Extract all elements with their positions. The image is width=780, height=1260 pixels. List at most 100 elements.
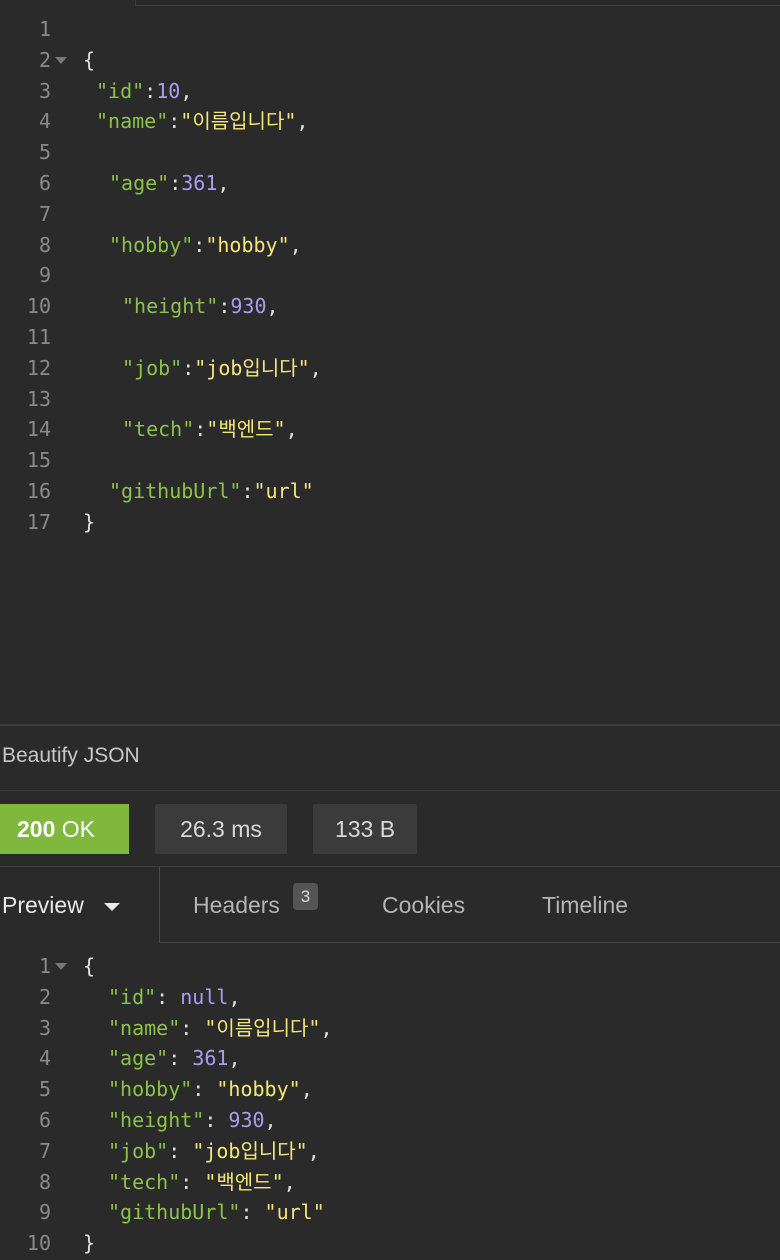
code-token: }	[83, 1231, 96, 1256]
code-token: }	[83, 509, 96, 534]
code-content: "name": "이름입니다",	[108, 1013, 332, 1044]
code-token: "tech"	[122, 417, 195, 442]
code-token: ,	[300, 1077, 313, 1102]
code-token: "job"	[108, 1138, 169, 1163]
code-token: "id"	[96, 78, 145, 103]
code-token: ,	[307, 1138, 320, 1163]
request-body-editor[interactable]: 1 2{3 "id":10, 4 "name":"이름입니다", 5 6 "age":361,…	[0, 14, 780, 724]
code-token: :	[180, 1169, 205, 1194]
line-number: 11	[26, 325, 51, 349]
line-number: 6	[38, 171, 51, 195]
code-line: 9 "githubUrl": "url"	[0, 1197, 780, 1228]
status-badge: 200 OK	[0, 804, 129, 854]
tab-headers[interactable]: Headers	[193, 892, 280, 919]
code-line: 8 "tech": "백엔드",	[0, 1167, 780, 1198]
tab-timeline[interactable]: Timeline	[542, 892, 628, 919]
panel-resize-divider[interactable]	[0, 724, 780, 726]
editor-top-border	[135, 0, 780, 6]
line-number: 3	[38, 1015, 51, 1040]
code-token: :	[193, 232, 206, 257]
code-line: 17}	[0, 507, 780, 538]
code-content: }	[83, 507, 95, 538]
line-number: 8	[38, 1169, 51, 1194]
line-number: 4	[38, 1046, 51, 1071]
line-number: 6	[38, 1108, 51, 1132]
code-token: ,	[228, 1046, 241, 1071]
response-preview[interactable]: 1{2 "id": null, 3 "name": "이름입니다", 4 "age": 3…	[0, 951, 780, 1260]
code-token: "hobby"	[109, 232, 194, 257]
line-number: 5	[38, 1077, 51, 1102]
tab-preview[interactable]: Preview	[0, 867, 160, 943]
code-line: 2{	[0, 45, 780, 76]
code-token: "height"	[108, 1108, 205, 1132]
line-number: 1	[38, 17, 51, 41]
chevron-down-icon[interactable]	[104, 903, 120, 911]
tab-preview-label: Preview	[2, 892, 84, 918]
code-content: "githubUrl":"url"	[109, 476, 314, 507]
code-token: {	[83, 954, 96, 978]
fold-arrow-icon[interactable]	[55, 56, 67, 64]
code-token: {	[83, 47, 96, 72]
code-token: "url"	[264, 1200, 325, 1225]
code-content: "name":"이름입니다",	[96, 106, 308, 137]
code-token: "githubUrl"	[109, 479, 242, 503]
code-token: "job입니다"	[194, 355, 310, 380]
code-token: "job"	[122, 355, 183, 380]
code-token: ,	[296, 109, 309, 134]
code-token: :	[156, 984, 181, 1009]
code-line: 1{	[0, 951, 780, 982]
code-line: 15	[0, 445, 780, 476]
line-number: 12	[26, 355, 51, 380]
code-token: "githubUrl"	[108, 1200, 241, 1225]
code-line: 7 "job": "job입니다",	[0, 1136, 780, 1167]
code-content: {	[83, 951, 95, 982]
code-token: :	[169, 171, 182, 195]
fold-arrow-icon[interactable]	[55, 963, 67, 970]
code-content: "tech": "백엔드",	[108, 1167, 296, 1198]
code-content: "job":"job입니다",	[122, 353, 322, 384]
line-number: 13	[26, 386, 51, 411]
code-token: null	[180, 984, 229, 1009]
code-token: "id"	[108, 984, 157, 1009]
code-token: "age"	[108, 1046, 169, 1071]
line-number: 14	[26, 417, 51, 442]
code-token: :	[168, 109, 181, 134]
code-content: "height":930,	[122, 291, 279, 322]
response-size-badge: 133 B	[313, 804, 417, 854]
code-token: ,	[285, 417, 298, 442]
code-content: "id":10,	[96, 76, 192, 107]
beautify-json-button[interactable]: Beautify JSON	[2, 744, 140, 768]
code-content: "height": 930,	[108, 1105, 277, 1136]
code-line: 9	[0, 260, 780, 291]
code-token: 361	[192, 1046, 229, 1071]
app-window: 1 2{3 "id":10, 4 "name":"이름입니다", 5 6 "age":361,…	[0, 0, 780, 1260]
code-token: 930	[230, 294, 267, 319]
code-token: "job입니다"	[192, 1138, 308, 1163]
code-line: 11	[0, 322, 780, 353]
code-line: 4 "age": 361,	[0, 1043, 780, 1074]
code-content: "hobby": "hobby",	[108, 1074, 313, 1105]
code-line: 3 "name": "이름입니다",	[0, 1013, 780, 1044]
line-number: 15	[26, 448, 51, 473]
code-content: "age": 361,	[108, 1043, 240, 1074]
headers-count-badge: 3	[293, 883, 318, 910]
code-line: 3 "id":10,	[0, 76, 780, 107]
code-token: "name"	[108, 1015, 181, 1040]
code-token: 361	[181, 171, 218, 195]
line-number: 16	[26, 479, 51, 503]
code-line: 5 "hobby": "hobby",	[0, 1074, 780, 1105]
code-token: ,	[264, 1108, 277, 1132]
code-token: :	[241, 479, 254, 503]
tab-cookies[interactable]: Cookies	[382, 892, 465, 919]
code-content: "githubUrl": "url"	[108, 1197, 325, 1228]
code-content: "id": null,	[108, 982, 240, 1013]
code-token: "hobby"	[205, 232, 290, 257]
code-line: 6 "age":361,	[0, 168, 780, 199]
code-token: :	[192, 1077, 217, 1102]
code-token: ,	[180, 78, 193, 103]
status-text: OK	[61, 816, 95, 842]
code-content: {	[83, 45, 95, 76]
code-content: }	[83, 1228, 95, 1259]
code-line: 4 "name":"이름입니다",	[0, 106, 780, 137]
line-number: 9	[38, 263, 51, 288]
